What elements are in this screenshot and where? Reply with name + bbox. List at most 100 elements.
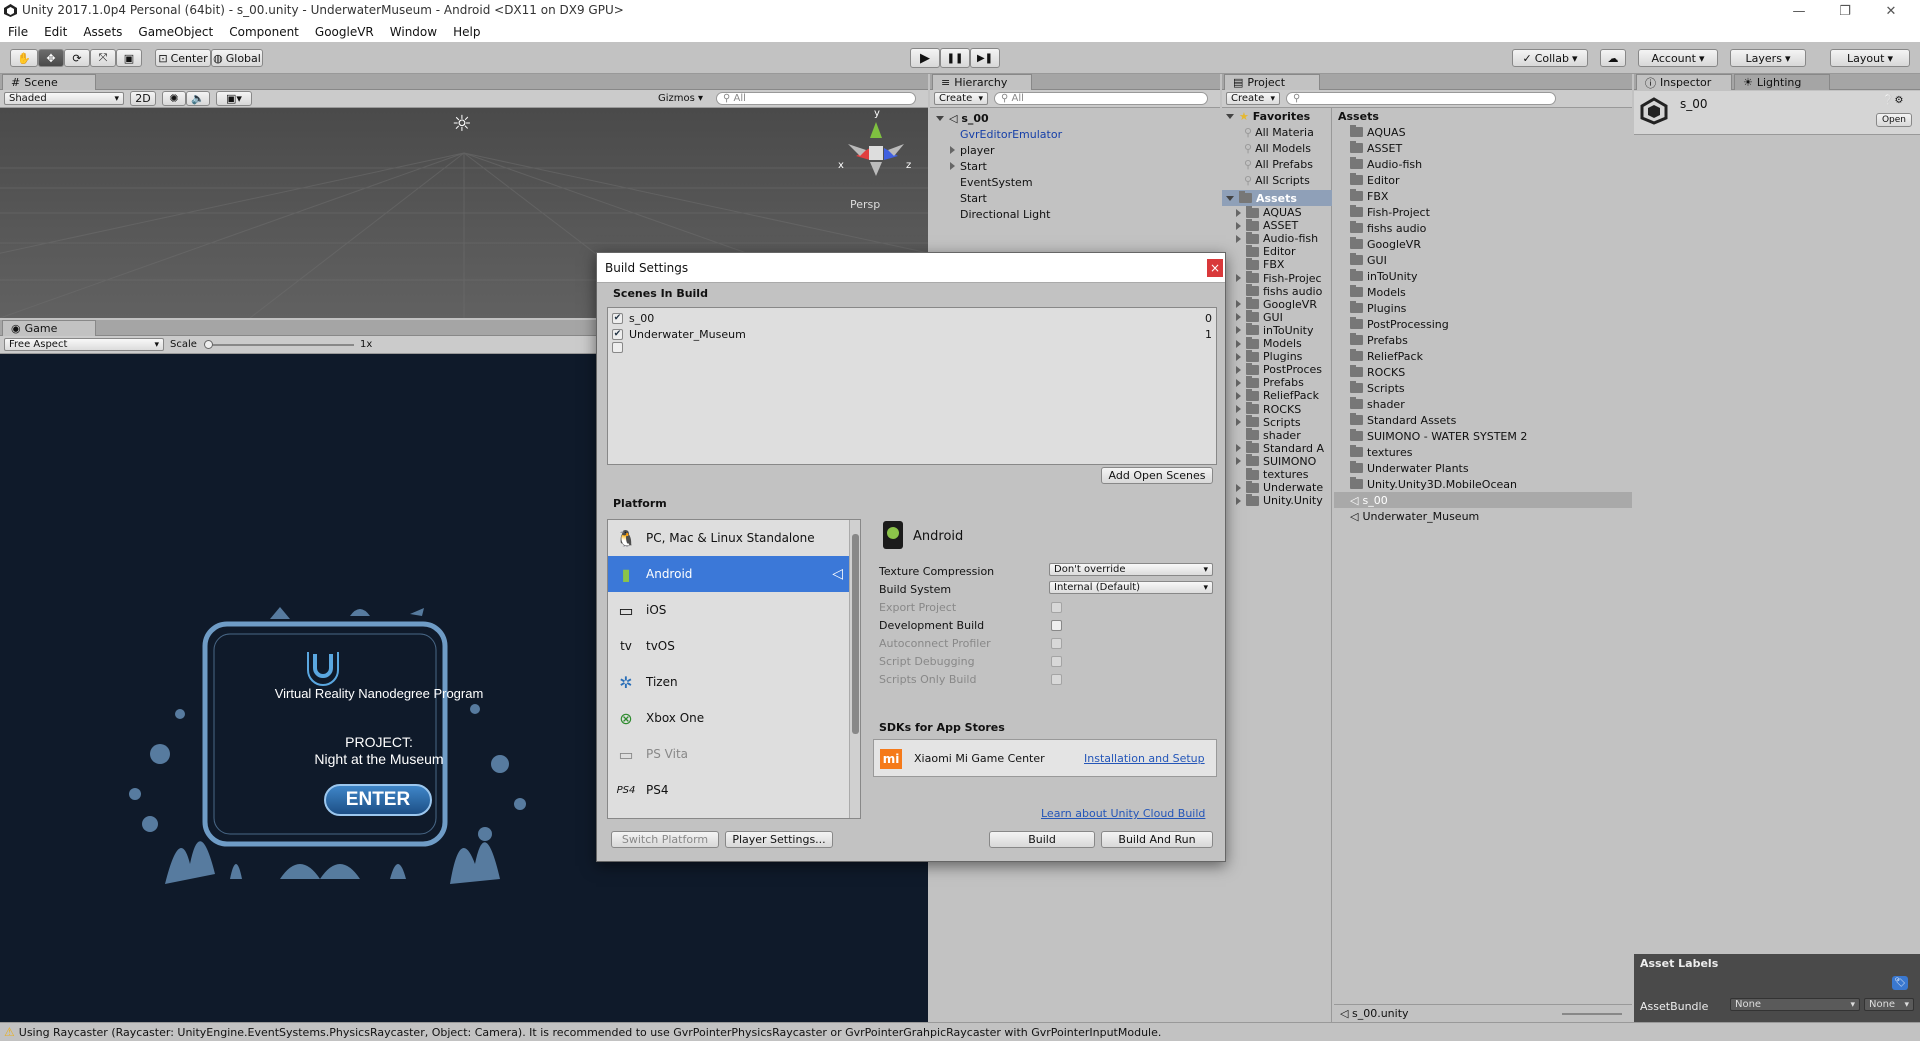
asset-folder-item[interactable]: SUIMONO - WATER SYSTEM 2 [1350, 428, 1527, 444]
assetbundle-dropdown[interactable]: None [1730, 998, 1860, 1011]
expand-arrow-icon[interactable] [936, 115, 944, 121]
move-tool-icon[interactable]: ✥ [38, 49, 64, 67]
menu-window[interactable]: Window [382, 25, 445, 39]
play-button[interactable]: ▶ [910, 48, 940, 68]
orientation-gizmo[interactable] [836, 116, 916, 188]
favorites-header[interactable]: ★ Favorites [1226, 108, 1310, 124]
tree-folder-item[interactable]: fishs audio [1236, 284, 1322, 298]
expand-arrow-icon[interactable] [1236, 313, 1241, 322]
asset-scene-item[interactable]: ◁ Underwater_Museum [1334, 508, 1632, 524]
effects-dropdown-icon[interactable]: ▣▾ [216, 91, 252, 106]
sun-light-icon[interactable]: ☼ [452, 112, 472, 137]
expand-arrow-icon[interactable] [1236, 300, 1241, 309]
asset-folder-item[interactable]: Plugins [1350, 300, 1406, 316]
tab-game[interactable]: ◉ Game [2, 320, 96, 336]
favorites-item[interactable]: ⚲ All Scripts [1244, 172, 1310, 188]
project-search-input[interactable]: ⚲ [1286, 92, 1556, 105]
favorites-item[interactable]: ⚲ All Prefabs [1244, 156, 1313, 172]
icon-size-slider[interactable] [1562, 1013, 1622, 1015]
tree-folder-item[interactable]: Audio-fish [1236, 231, 1318, 245]
expand-arrow-icon[interactable] [1236, 365, 1241, 374]
asset-folder-item[interactable]: ROCKS [1350, 364, 1405, 380]
asset-folder-item[interactable]: AQUAS [1350, 124, 1406, 140]
account-dropdown[interactable]: Account ▾ [1638, 49, 1718, 67]
perspective-label[interactable]: Persp [850, 198, 880, 211]
help-icon[interactable]: ❔⚙ [1882, 95, 1903, 106]
hierarchy-search-input[interactable]: ⚲ All [994, 92, 1208, 105]
texture-compression-dropdown[interactable]: Don't override [1049, 563, 1213, 576]
asset-folder-item[interactable]: ASSET [1350, 140, 1402, 156]
expand-arrow-icon[interactable] [950, 162, 955, 170]
scale-tool-icon[interactable]: ⤧ [90, 49, 116, 67]
scale-slider-thumb[interactable] [204, 340, 213, 349]
asset-folder-item[interactable]: Fish-Project [1350, 204, 1430, 220]
tree-folder-item[interactable]: GoogleVR [1236, 297, 1317, 311]
tab-project[interactable]: ▤ Project [1224, 74, 1320, 90]
build-and-run-button[interactable]: Build And Run [1101, 831, 1213, 848]
scenes-list[interactable]: ✔ s_00 0 ✔ Underwater_Museum 1 [607, 307, 1217, 465]
tree-folder-item[interactable]: Fish-Projec [1236, 271, 1322, 285]
platform-scrollbar-thumb[interactable] [852, 534, 859, 734]
menu-edit[interactable]: Edit [36, 25, 75, 39]
asset-folder-item[interactable]: GoogleVR [1350, 236, 1421, 252]
scale-slider[interactable] [204, 340, 354, 349]
layers-dropdown[interactable]: Layers ▾ [1730, 49, 1806, 67]
scene-build-row[interactable]: ✔ s_00 0 [612, 310, 1212, 326]
tree-folder-item[interactable]: Prefabs [1236, 375, 1304, 389]
expand-arrow-icon[interactable] [1226, 113, 1234, 119]
platform-item[interactable]: ✲ Tizen [608, 664, 849, 700]
add-open-scenes-button[interactable]: Add Open Scenes [1101, 467, 1213, 484]
asset-folder-item[interactable]: Standard Assets [1350, 412, 1456, 428]
expand-arrow-icon[interactable] [1236, 339, 1241, 348]
tree-folder-item[interactable]: ASSET [1236, 218, 1298, 232]
scene-search-input[interactable]: ⚲ All [716, 92, 916, 105]
assets-tree-header[interactable]: Assets [1226, 190, 1297, 206]
tag-icon[interactable]: 🏷 [1892, 976, 1908, 990]
hierarchy-scene-row[interactable]: ◁ s_00 [936, 110, 989, 126]
expand-arrow-icon[interactable] [1236, 444, 1241, 453]
expand-arrow-icon[interactable] [1236, 274, 1241, 282]
tree-folder-item[interactable]: Plugins [1236, 349, 1302, 363]
close-window-button[interactable]: ✕ [1868, 0, 1914, 22]
platform-item[interactable]: tv tvOS [608, 628, 849, 664]
asset-folder-item[interactable]: Editor [1350, 172, 1400, 188]
rotate-tool-icon[interactable]: ⟳ [64, 49, 90, 67]
cloud-icon[interactable]: ☁ [1600, 49, 1626, 67]
tree-folder-item[interactable]: inToUnity [1236, 323, 1314, 337]
tree-folder-item[interactable]: ReliefPack [1236, 388, 1319, 402]
asset-folder-item[interactable]: fishs audio [1350, 220, 1426, 236]
hierarchy-item[interactable]: EventSystem [960, 174, 1033, 190]
dialog-close-button[interactable]: × [1207, 259, 1223, 277]
asset-folder-item[interactable]: Unity.Unity3D.MobileOcean [1350, 476, 1517, 492]
pause-button[interactable]: ❚❚ [940, 48, 970, 68]
platform-item[interactable]: ▭ PS Vita [608, 736, 849, 772]
platform-scrollbar[interactable] [849, 520, 860, 818]
build-option-checkbox[interactable] [1051, 638, 1062, 652]
unity-cloud-build-link[interactable]: Learn about Unity Cloud Build [1041, 807, 1205, 820]
pivot-center-button[interactable]: ⊡ Center [155, 49, 211, 67]
asset-folder-item[interactable]: FBX [1350, 188, 1388, 204]
tree-folder-item[interactable]: Standard A [1236, 441, 1324, 455]
expand-arrow-icon[interactable] [950, 146, 955, 154]
maximize-button[interactable]: ❐ [1822, 0, 1868, 22]
scene-build-row[interactable]: ✔ Underwater_Museum 1 [612, 326, 1212, 342]
menu-help[interactable]: Help [445, 25, 488, 39]
scene-checkbox[interactable]: ✔ [612, 312, 623, 324]
rect-tool-icon[interactable]: ▣ [116, 49, 142, 67]
asset-folder-item[interactable]: PostProcessing [1350, 316, 1449, 332]
menu-gameobject[interactable]: GameObject [130, 25, 221, 39]
asset-folder-item[interactable]: Scripts [1350, 380, 1405, 396]
tree-folder-item[interactable]: Unity.Unity [1236, 493, 1323, 507]
expand-arrow-icon[interactable] [1236, 208, 1241, 217]
installation-setup-link[interactable]: Installation and Setup [1084, 752, 1205, 765]
build-option-checkbox[interactable] [1051, 674, 1062, 688]
tree-folder-item[interactable]: shader [1236, 428, 1301, 442]
menu-component[interactable]: Component [221, 25, 307, 39]
tree-folder-item[interactable]: Models [1236, 336, 1302, 350]
asset-folder-item[interactable]: Prefabs [1350, 332, 1408, 348]
build-button[interactable]: Build [989, 831, 1095, 848]
asset-folder-item[interactable]: inToUnity [1350, 268, 1418, 284]
tree-folder-item[interactable]: textures [1236, 467, 1308, 481]
hierarchy-item[interactable]: player [950, 142, 995, 158]
empty-scene-checkbox[interactable] [612, 342, 623, 356]
